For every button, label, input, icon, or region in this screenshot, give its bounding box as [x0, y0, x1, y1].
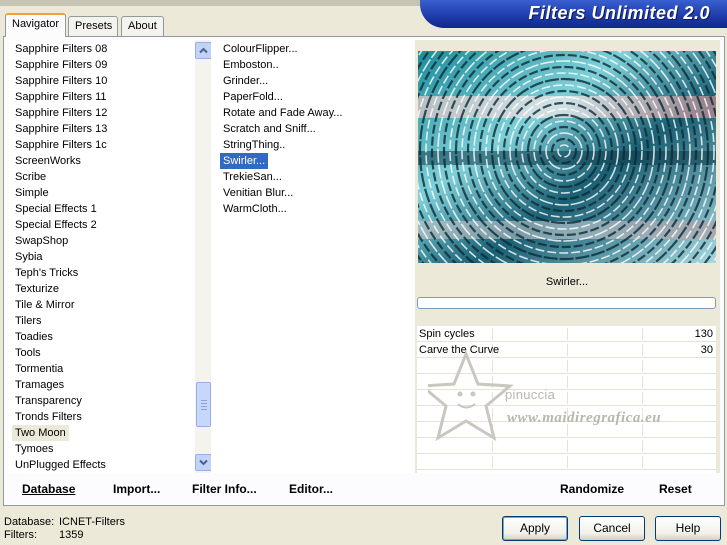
filter-name: Swirler... — [545, 276, 589, 288]
category-item[interactable]: Sapphire Filters 1c — [12, 137, 110, 153]
category-item[interactable]: Sapphire Filters 13 — [12, 121, 110, 137]
filters-label: Filters: — [4, 529, 37, 541]
progress-bar — [417, 297, 716, 309]
category-item[interactable]: SwapShop — [12, 233, 71, 249]
filter-item[interactable]: Scratch and Sniff... — [220, 121, 319, 137]
category-item[interactable]: Tilers — [12, 313, 44, 329]
category-item[interactable]: ScreenWorks — [12, 153, 84, 169]
category-item[interactable]: Sapphire Filters 12 — [12, 105, 110, 121]
cancel-button[interactable]: Cancel — [579, 516, 645, 541]
category-item[interactable]: Sapphire Filters 08 — [12, 41, 110, 57]
parameter-row[interactable]: Spin cycles 130 — [417, 326, 716, 342]
filter-item[interactable]: PaperFold... — [220, 89, 286, 105]
watermark-star-icon — [428, 349, 514, 442]
import-button[interactable]: Import... — [113, 482, 160, 496]
scroll-down-button[interactable] — [195, 454, 212, 471]
watermark-text: pinuccia — [505, 387, 556, 402]
category-scrollbar[interactable] — [195, 40, 212, 473]
category-item[interactable]: Toadies — [12, 329, 56, 345]
preview-image — [418, 51, 716, 263]
tab-navigator[interactable]: Navigator — [5, 13, 66, 37]
category-item[interactable]: UnPlugged Effects — [12, 457, 109, 473]
editor-button[interactable]: Editor... — [289, 482, 333, 496]
chevron-down-icon — [199, 459, 208, 466]
filter-item[interactable]: TrekieSan... — [220, 169, 285, 185]
category-item[interactable]: Two Moon — [12, 425, 69, 441]
filter-item[interactable]: Grinder... — [220, 73, 271, 89]
category-item[interactable]: Sapphire Filters 11 — [12, 89, 110, 105]
tab-presets[interactable]: Presets — [68, 16, 118, 36]
category-item[interactable]: Tymoes — [12, 441, 57, 457]
filters-count: 1359 — [59, 529, 84, 541]
banner-title: Filters Unlimited 2.0 — [528, 3, 710, 23]
category-item[interactable]: Sapphire Filters 10 — [12, 73, 110, 89]
filter-info-button[interactable]: Filter Info... — [192, 482, 257, 496]
category-item[interactable]: Sybia — [12, 249, 46, 265]
filter-item[interactable]: Swirler... — [220, 153, 269, 169]
category-item[interactable]: Transparency — [12, 393, 85, 409]
scroll-up-button[interactable] — [195, 42, 212, 59]
category-item[interactable]: Sapphire Filters 09 — [12, 57, 110, 73]
filter-item[interactable]: StringThing.. — [220, 137, 288, 153]
filter-item[interactable]: ColourFlipper... — [220, 41, 301, 57]
database-value: ICNET-Filters — [59, 516, 125, 528]
apply-button[interactable]: Apply — [502, 516, 568, 541]
filter-item[interactable]: Rotate and Fade Away... — [220, 105, 345, 121]
category-item[interactable]: Tile & Mirror — [12, 297, 77, 313]
category-item[interactable]: Tormentia — [12, 361, 66, 377]
filter-item[interactable]: Emboston.. — [220, 57, 282, 73]
category-item[interactable]: Texturize — [12, 281, 62, 297]
category-item[interactable]: Special Effects 2 — [12, 217, 100, 233]
category-item[interactable]: Special Effects 1 — [12, 201, 100, 217]
category-item[interactable]: Tronds Filters — [12, 409, 85, 425]
watermark-url: www.maidiregrafica.eu — [507, 410, 662, 426]
scroll-thumb[interactable] — [196, 382, 211, 427]
banner: Filters Unlimited 2.0 — [420, 0, 727, 28]
category-item[interactable]: Tools — [12, 345, 44, 361]
help-button[interactable]: Help — [655, 516, 721, 541]
reset-button[interactable]: Reset — [659, 482, 692, 496]
database-label: Database: — [4, 516, 55, 528]
category-item[interactable]: Teph's Tricks — [12, 265, 81, 281]
parameter-value: 130 — [694, 328, 713, 340]
chevron-up-icon — [199, 47, 208, 54]
category-item[interactable]: Simple — [12, 185, 52, 201]
database-button[interactable]: Database — [22, 482, 75, 496]
filter-item[interactable]: WarmCloth... — [220, 201, 290, 217]
parameter-label: Spin cycles — [419, 328, 475, 340]
randomize-button[interactable]: Randomize — [560, 482, 624, 496]
category-list[interactable]: Sapphire Filters 08 Sapphire Filters 09 Sa… — [9, 40, 212, 473]
parameter-row — [417, 454, 716, 470]
filter-item[interactable]: Venitian Blur... — [220, 185, 296, 201]
category-item[interactable]: Tramages — [12, 377, 67, 393]
filter-list[interactable]: ColourFlipper... Emboston.. Grinder... Pape… — [211, 40, 411, 473]
category-item[interactable]: Scribe — [12, 169, 49, 185]
tab-about[interactable]: About — [121, 16, 164, 36]
